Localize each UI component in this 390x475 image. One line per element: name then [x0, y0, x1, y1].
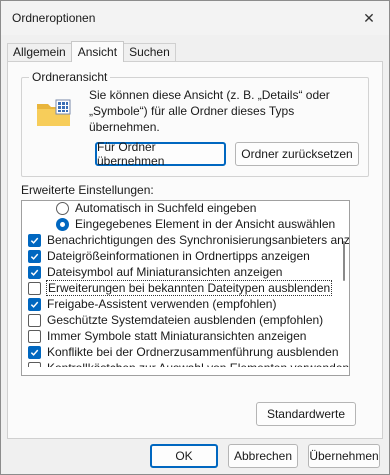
checkbox-unchecked[interactable]	[28, 313, 41, 327]
radio-unselected[interactable]	[56, 201, 69, 215]
checkbox-checked[interactable]	[28, 297, 41, 311]
check-icon	[30, 301, 39, 308]
ok-button[interactable]: OK	[150, 444, 218, 468]
scrollbar-thumb[interactable]	[343, 241, 345, 281]
vertical-scrollbar[interactable]	[341, 201, 349, 375]
checkbox-checked[interactable]	[28, 345, 41, 359]
restore-defaults-button[interactable]: Standardwerte	[256, 402, 356, 426]
advanced-settings-label: Erweiterte Einstellungen:	[21, 183, 154, 197]
apply-button[interactable]: Übernehmen	[308, 444, 380, 468]
setting-row[interactable]: Automatisch in Suchfeld eingeben	[22, 201, 349, 216]
setting-label: Automatisch in Suchfeld eingeben	[75, 201, 257, 215]
title-bar: Ordneroptionen ✕	[1, 1, 389, 35]
folder-options-dialog: Ordneroptionen ✕ Allgemein Ansicht Suche…	[0, 0, 390, 475]
checkbox-unchecked[interactable]	[28, 329, 41, 343]
check-icon	[30, 269, 39, 276]
setting-row[interactable]: Benachrichtigungen des Synchronisierungs…	[22, 232, 349, 248]
reset-folders-button[interactable]: Ordner zurücksetzen	[235, 142, 359, 166]
horizontal-scrollbar[interactable]	[22, 367, 349, 375]
apply-to-folders-button[interactable]: Für Ordner übernehmen	[95, 140, 226, 168]
check-icon	[30, 253, 39, 260]
checkbox-unchecked[interactable]	[28, 281, 41, 295]
setting-label: Dateisymbol auf Miniaturansichten anzeig…	[47, 265, 283, 279]
tab-ansicht[interactable]: Ansicht	[70, 41, 125, 62]
cancel-button[interactable]: Abbrechen	[228, 444, 298, 468]
tab-suchen[interactable]: Suchen	[123, 43, 176, 61]
setting-row[interactable]: Erweiterungen bei bekannten Dateitypen a…	[22, 280, 349, 296]
setting-label: Dateigrößeinformationen in Ordnertipps a…	[47, 249, 310, 263]
check-icon	[30, 349, 39, 356]
setting-label: Erweiterungen bei bekannten Dateitypen a…	[45, 280, 333, 296]
setting-label: Konflikte bei der Ordnerzusammenführung …	[47, 345, 339, 359]
checkbox-checked[interactable]	[28, 233, 41, 247]
setting-row[interactable]: Dateisymbol auf Miniaturansichten anzeig…	[22, 264, 349, 280]
setting-row[interactable]: Immer Symbole statt Miniaturansichten an…	[22, 328, 349, 344]
setting-label: Freigabe-Assistent verwenden (empfohlen)	[47, 297, 277, 311]
close-icon: ✕	[363, 9, 375, 26]
setting-row[interactable]: Dateigrößeinformationen in Ordnertipps a…	[22, 248, 349, 264]
folder-view-icon	[37, 99, 71, 126]
close-button[interactable]: ✕	[355, 5, 383, 31]
advanced-settings-items: Automatisch in Suchfeld eingeben Eingegeb…	[22, 201, 349, 375]
tab-allgemein[interactable]: Allgemein	[7, 43, 72, 61]
folder-view-description: Sie können diese Ansicht (z. B. „Details…	[89, 88, 330, 134]
setting-row[interactable]: Freigabe-Assistent verwenden (empfohlen)	[22, 296, 349, 312]
setting-label: Immer Symbole statt Miniaturansichten an…	[47, 329, 307, 343]
checkbox-checked[interactable]	[28, 265, 41, 279]
folder-view-group-label: Ordneransicht	[29, 70, 111, 84]
tab-panel-ansicht: Ordneransicht Sie können diese Ansicht (…	[7, 61, 383, 439]
setting-label: Eingegebenes Element in der Ansicht ausw…	[75, 217, 336, 231]
setting-row[interactable]: Konflikte bei der Ordnerzusammenführung …	[22, 344, 349, 360]
checkbox-checked[interactable]	[28, 249, 41, 263]
window-title: Ordneroptionen	[12, 11, 96, 25]
setting-row[interactable]: Geschützte Systemdateien ausblenden (emp…	[22, 312, 349, 328]
setting-row[interactable]: Eingegebenes Element in der Ansicht ausw…	[22, 216, 349, 232]
radio-selected[interactable]	[56, 217, 69, 231]
setting-label: Geschützte Systemdateien ausblenden (emp…	[47, 313, 324, 327]
check-icon	[30, 237, 39, 244]
folder-view-group: Ordneransicht Sie können diese Ansicht (…	[21, 70, 369, 177]
tab-strip: Allgemein Ansicht Suchen	[7, 41, 176, 62]
setting-label: Benachrichtigungen des Synchronisierungs…	[47, 233, 349, 247]
advanced-settings-list[interactable]: Automatisch in Suchfeld eingeben Eingegeb…	[21, 200, 350, 376]
